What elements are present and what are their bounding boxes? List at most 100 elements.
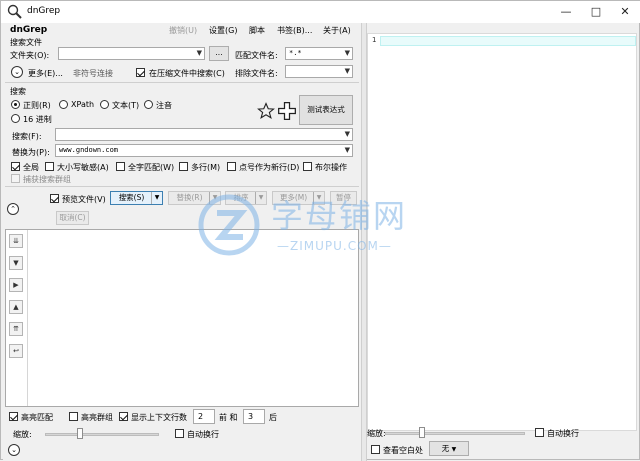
app-logo-icon	[7, 4, 22, 19]
preview-file-checkbox[interactable]	[50, 194, 59, 203]
results-zoom-label: 缩放:	[13, 430, 32, 439]
expand-down-icon[interactable]: ⌄	[8, 444, 20, 456]
test-expression-button[interactable]: 测试表达式	[299, 95, 353, 125]
pattern-value: *.*	[289, 49, 302, 57]
divider	[5, 186, 359, 187]
results-zoom-thumb[interactable]	[77, 428, 84, 439]
highlight-groups-checkbox[interactable]	[69, 412, 78, 421]
exclude-label: 排除文件名:	[235, 69, 278, 78]
chevron-down-icon[interactable]: ▼	[151, 192, 162, 204]
pattern-label: 匹配文件名:	[235, 51, 278, 60]
chevron-down-icon: ▼	[196, 49, 202, 57]
option-boolean-label: 布尔操作	[315, 163, 347, 172]
folder-label: 文件夹(O):	[10, 51, 50, 60]
replace-value: www.gndown.com	[59, 146, 119, 154]
highlight-matches-checkbox[interactable]	[9, 412, 18, 421]
expand-all-icon[interactable]: ⇊	[9, 234, 23, 248]
option-dotall-checkbox[interactable]	[227, 162, 236, 171]
more-options-label[interactable]: 更多(E)...	[28, 68, 63, 79]
capture-groups-checkbox[interactable]	[11, 174, 20, 183]
app-window: dnGrep — □ ✕ dnGrep 撤销(U) 设置(G) 脚本 书签(B)…	[0, 0, 640, 461]
option-case-label: 大小写敏感(A)	[57, 163, 109, 172]
nonsymlink-label: 非符号连接	[73, 69, 113, 78]
search-button[interactable]: 搜索(S) ▼	[110, 191, 163, 205]
option-global-label: 全局	[23, 163, 39, 172]
menu-bookmarks[interactable]: 书签(B)...	[277, 25, 312, 36]
syntax-value: 无	[441, 444, 450, 453]
option-boolean-checkbox[interactable]	[303, 162, 312, 171]
maximize-button[interactable]: □	[589, 5, 603, 19]
option-wholeword-checkbox[interactable]	[116, 162, 125, 171]
add-bookmark-icon[interactable]	[277, 101, 297, 121]
pattern-combo[interactable]: *.* ▼	[285, 47, 353, 60]
collapse-up-icon[interactable]: ⌃	[7, 203, 19, 215]
menu-about[interactable]: 关于(A)	[323, 25, 351, 36]
folder-combo[interactable]: ▼	[58, 47, 205, 60]
mode-phonetic-radio[interactable]	[144, 100, 153, 109]
menu-undo[interactable]: 撤销(U)	[169, 25, 197, 36]
preview-zoom-thumb[interactable]	[418, 427, 425, 438]
mode-text-label: 文本(T)	[112, 101, 140, 110]
undo-replace-icon[interactable]: ↩	[9, 344, 23, 358]
option-multiline-checkbox[interactable]	[179, 162, 188, 171]
syntax-dropdown[interactable]: 无 ▼	[429, 441, 469, 456]
show-context-checkbox[interactable]	[119, 412, 128, 421]
chevron-down-icon: ▼	[344, 146, 350, 154]
results-zoom-slider[interactable]	[45, 433, 159, 436]
chevron-down-icon: ▼	[344, 49, 350, 57]
highlight-groups-label: 高亮群组	[81, 413, 113, 422]
option-multiline-label: 多行(M)	[191, 163, 221, 172]
search-files-title: 搜索文件	[10, 38, 42, 47]
watermark-logo-icon	[198, 194, 260, 256]
show-whitespace-label: 查看空白处	[383, 446, 423, 455]
divider	[5, 82, 359, 83]
current-line-highlight	[380, 36, 636, 46]
context-after-input[interactable]: 3	[243, 409, 265, 424]
menu-settings[interactable]: 设置(G)	[209, 25, 237, 36]
replace-input[interactable]: www.gndown.com ▼	[55, 144, 353, 157]
title-bar[interactable]: dnGrep — □ ✕	[1, 1, 640, 23]
search-archives-label: 在压缩文件中搜索(C)	[149, 69, 225, 78]
option-dotall-label: 点号作为新行(D)	[239, 163, 300, 172]
close-button[interactable]: ✕	[618, 5, 632, 19]
menu-script[interactable]: 脚本	[249, 25, 265, 36]
mode-hex-label: 16 进制	[23, 115, 52, 124]
option-global-checkbox[interactable]	[11, 162, 20, 171]
mode-xpath-label: XPath	[71, 100, 95, 109]
preview-file-label: 预览文件(V)	[62, 195, 106, 204]
bookmark-star-icon[interactable]	[257, 102, 275, 120]
mode-regex-label: 正则(R)	[23, 101, 51, 110]
mode-regex-radio[interactable]	[11, 100, 20, 109]
option-case-checkbox[interactable]	[45, 162, 54, 171]
chevron-down-icon: ▼	[344, 67, 350, 75]
mode-xpath-radio[interactable]	[59, 100, 68, 109]
watermark-url: —ZIMUPU.COM—	[277, 239, 392, 253]
search-section-title: 搜索	[10, 87, 26, 96]
search-label: 搜索(F):	[12, 132, 42, 141]
preview-wordwrap-checkbox[interactable]	[535, 428, 544, 437]
cancel-button[interactable]: 取消(C)	[56, 211, 89, 225]
show-context-label: 显示上下文行数	[131, 413, 187, 422]
expand-more-icon[interactable]: ⌄	[11, 66, 23, 78]
previous-file-icon[interactable]: ▲	[9, 300, 23, 314]
search-archives-checkbox[interactable]	[136, 68, 145, 77]
mode-text-radio[interactable]	[100, 100, 109, 109]
search-input[interactable]: ▼	[55, 128, 353, 141]
chevron-down-icon: ▼	[451, 446, 457, 453]
window-title: dnGrep	[27, 6, 61, 16]
next-match-icon[interactable]: ▶	[9, 278, 23, 292]
next-file-icon[interactable]: ▼	[9, 256, 23, 270]
preview-zoom-slider[interactable]	[385, 432, 525, 435]
browse-button[interactable]: ...	[209, 46, 229, 61]
results-wordwrap-checkbox[interactable]	[175, 429, 184, 438]
context-before-label: 前 和	[219, 413, 238, 422]
exclude-combo[interactable]: ▼	[285, 65, 353, 78]
context-before-input[interactable]: 2	[193, 409, 215, 424]
line-number: 1	[372, 36, 377, 44]
replace-label: 替换为(P):	[12, 148, 50, 157]
minimize-button[interactable]: —	[559, 5, 573, 19]
collapse-all-icon[interactable]: ⇈	[9, 322, 23, 336]
mode-hex-radio[interactable]	[11, 114, 20, 123]
show-whitespace-checkbox[interactable]	[371, 445, 380, 454]
results-wordwrap-label: 自动换行	[187, 430, 219, 439]
